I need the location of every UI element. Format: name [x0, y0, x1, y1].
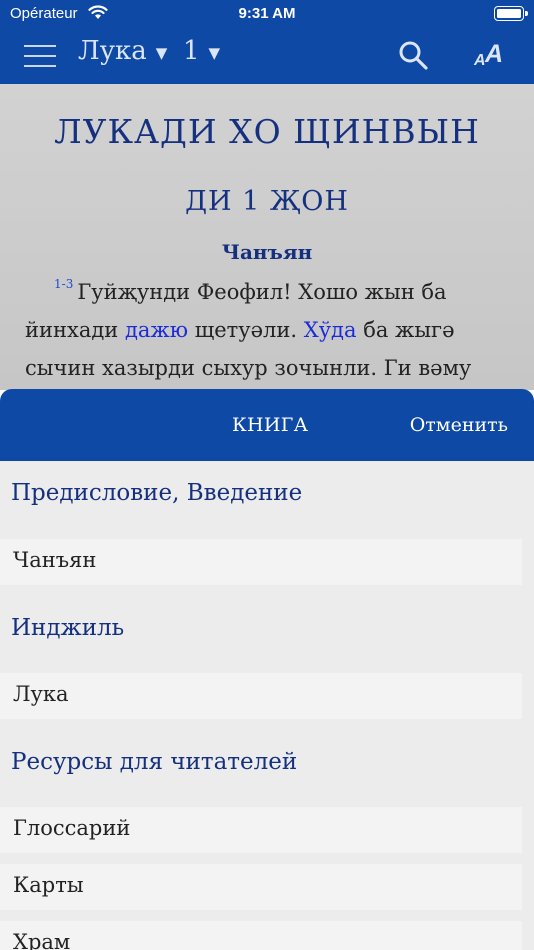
list-item[interactable]: Храм: [0, 921, 522, 950]
list-item[interactable]: Чанъян: [0, 539, 522, 585]
list-item[interactable]: Карты: [0, 864, 522, 910]
sheet-title: КНИГА: [232, 414, 309, 436]
book-item-label: Карты: [13, 873, 84, 897]
list-item[interactable]: Глоссарий: [0, 807, 522, 853]
group-header: Предисловие, Введение: [11, 480, 303, 506]
hamburger-menu-icon[interactable]: [24, 43, 56, 69]
verse-paragraph: 1-3 Гуйҗунди Феофил! Хошо жын ба йинхади …: [25, 273, 515, 387]
reader-content: ЛУКАДИ ХО ЩИНВЫН ДИ 1 ҖОН Чанъян 1-3 Гуйҗ…: [0, 84, 534, 390]
verse-number: 1-3: [54, 277, 74, 291]
chapter-heading: ДИ 1 ҖОН: [185, 186, 349, 217]
glossary-link[interactable]: дажю: [125, 318, 188, 342]
book-item-label: Храм: [13, 930, 71, 950]
book-title: ЛУКАДИ ХО ЩИНВЫН: [54, 112, 480, 151]
book-list: Предисловие, Введение Чанъян Инджиль Лук…: [0, 461, 534, 950]
section-heading: Чанъян: [221, 240, 313, 264]
book-item-label: Чанъян: [13, 548, 97, 572]
chevron-down-icon: ▼: [155, 43, 168, 62]
text-size-icon[interactable]: AA: [474, 40, 508, 70]
group-header: Инджиль: [11, 615, 125, 641]
book-picker-button[interactable]: Лука ▼: [78, 36, 167, 66]
search-icon[interactable]: [398, 40, 428, 70]
cancel-button[interactable]: Отменить: [410, 414, 508, 436]
verse-text-part: щетуәли.: [188, 318, 304, 342]
list-item[interactable]: Лука: [0, 673, 522, 719]
group-header: Ресурсы для читателей: [11, 749, 298, 775]
chapter-picker-button[interactable]: 1 ▼: [183, 36, 220, 66]
book-item-label: Лука: [13, 682, 69, 706]
chapter-number: 1: [183, 36, 200, 66]
book-name: Лука: [78, 36, 147, 66]
clock: 9:31 AM: [238, 5, 296, 22]
chevron-down-icon: ▼: [208, 43, 221, 62]
navigation-bar: Лука ▼ 1 ▼ AA: [0, 28, 534, 84]
book-item-label: Глоссарий: [13, 816, 131, 840]
book-sheet-header: КНИГА Отменить: [0, 389, 534, 461]
battery-icon: [494, 6, 528, 21]
status-bar: Opérateur 9:31 AM: [0, 0, 534, 28]
glossary-link[interactable]: Хўда: [304, 318, 357, 342]
